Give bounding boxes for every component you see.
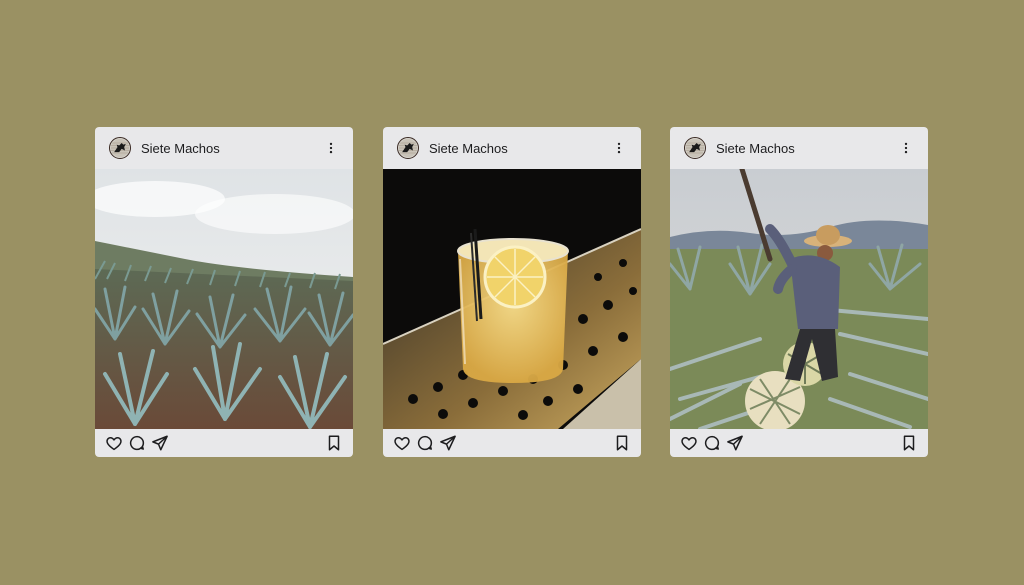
more-options-button[interactable] — [323, 138, 339, 158]
share-button[interactable] — [726, 434, 744, 452]
bookmark-icon — [325, 434, 343, 452]
more-options-button[interactable] — [611, 138, 627, 158]
comment-icon — [703, 434, 721, 452]
comment-button[interactable] — [416, 434, 434, 452]
heart-icon — [393, 434, 411, 452]
agave-field-image — [95, 169, 353, 429]
heart-icon — [105, 434, 123, 452]
more-vertical-icon — [324, 140, 338, 156]
post-actions — [95, 429, 353, 457]
post-photo[interactable] — [383, 169, 641, 429]
account-name[interactable]: Siete Machos — [716, 141, 898, 156]
bookmark-icon — [613, 434, 631, 452]
account-name[interactable]: Siete Machos — [429, 141, 611, 156]
more-options-button[interactable] — [898, 138, 914, 158]
avatar[interactable] — [397, 137, 419, 159]
account-name[interactable]: Siete Machos — [141, 141, 323, 156]
post-card: Siete Machos — [670, 127, 928, 457]
share-button[interactable] — [439, 434, 457, 452]
like-button[interactable] — [680, 434, 698, 452]
post-card: Siete Machos — [383, 127, 641, 457]
comment-icon — [416, 434, 434, 452]
more-vertical-icon — [612, 140, 626, 156]
post-header: Siete Machos — [95, 127, 353, 169]
brand-logo-icon — [398, 137, 418, 159]
like-button[interactable] — [393, 434, 411, 452]
save-button[interactable] — [325, 434, 343, 452]
avatar[interactable] — [109, 137, 131, 159]
post-photo[interactable] — [670, 169, 928, 429]
bookmark-icon — [900, 434, 918, 452]
comment-button[interactable] — [703, 434, 721, 452]
comment-icon — [128, 434, 146, 452]
heart-icon — [680, 434, 698, 452]
post-header: Siete Machos — [383, 127, 641, 169]
post-actions — [383, 429, 641, 457]
post-card: Siete Machos — [95, 127, 353, 457]
avatar[interactable] — [684, 137, 706, 159]
jimador-image — [670, 169, 928, 429]
post-photo[interactable] — [95, 169, 353, 429]
comment-button[interactable] — [128, 434, 146, 452]
post-header: Siete Machos — [670, 127, 928, 169]
share-icon — [726, 434, 744, 452]
share-button[interactable] — [151, 434, 169, 452]
save-button[interactable] — [900, 434, 918, 452]
share-icon — [439, 434, 457, 452]
post-actions — [670, 429, 928, 457]
cocktail-image — [383, 169, 641, 429]
like-button[interactable] — [105, 434, 123, 452]
save-button[interactable] — [613, 434, 631, 452]
more-vertical-icon — [899, 140, 913, 156]
brand-logo-icon — [110, 137, 130, 159]
brand-logo-icon — [685, 137, 705, 159]
share-icon — [151, 434, 169, 452]
